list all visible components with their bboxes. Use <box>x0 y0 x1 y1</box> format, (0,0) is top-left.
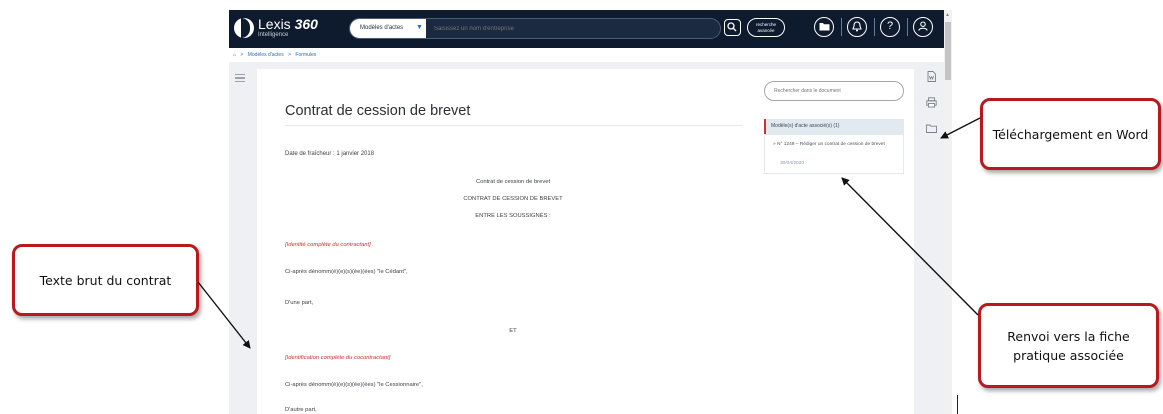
callout-download-text: Téléchargement en Word <box>992 126 1149 142</box>
breadcrumb-separator: > <box>240 52 244 58</box>
contract-heading-caps: CONTRAT DE CESSION DE BREVET <box>463 196 563 202</box>
document-tools <box>922 69 942 169</box>
help-icon[interactable]: ? <box>880 17 900 37</box>
document-panel: Contrat de cession de brevet Date de fra… <box>257 69 914 414</box>
party2-identity: [Identification complète du cocontractan… <box>285 355 391 361</box>
scrollbar-thumb[interactable] <box>945 22 951 80</box>
scroll-up-arrow-icon[interactable]: ▲ <box>945 12 950 18</box>
annotated-screenshot: Lexis 360 Intelligence Modèles d'actes ▼… <box>0 0 1163 414</box>
top-icons: ? <box>814 16 944 42</box>
breadcrumb-item[interactable]: Formules <box>295 52 316 58</box>
left-rail <box>229 62 255 414</box>
search-bar: Modèles d'actes ▼ <box>349 18 721 39</box>
advanced-search-line2: avancée <box>757 28 775 33</box>
breadcrumb-separator: > <box>288 52 292 58</box>
folder-icon[interactable] <box>814 17 834 37</box>
breadcrumb: ⌂ > Modèles d'actes > Formules <box>229 48 944 62</box>
page-scrollbar[interactable]: ▲ <box>944 10 952 414</box>
contract-heading: Contrat de cession de brevet <box>475 179 551 185</box>
party2-part: D'autre part, <box>285 407 317 413</box>
caret-down-icon: ▼ <box>416 24 423 31</box>
top-separator <box>874 18 875 36</box>
app-window: Lexis 360 Intelligence Modèles d'actes ▼… <box>229 10 944 414</box>
home-icon[interactable]: ⌂ <box>233 52 236 58</box>
search-icon <box>727 22 737 32</box>
search-scope-value: Modèles d'actes <box>360 25 404 31</box>
table-of-contents-icon[interactable] <box>235 74 245 83</box>
callout-download: Téléchargement en Word <box>980 98 1161 170</box>
top-separator <box>907 18 908 36</box>
top-separator <box>841 18 842 36</box>
associated-models-header[interactable]: Modèle(s) d'acte associé(s) (1) <box>764 119 904 134</box>
party1-identity: [Identité complète du contractant] <box>285 242 371 248</box>
callout-raw-text: Texte brut du contrat <box>12 244 199 316</box>
document-search-input[interactable] <box>764 81 904 101</box>
and-label: ET <box>509 328 517 334</box>
document-title: Contrat de cession de brevet <box>285 103 471 119</box>
associated-model-link[interactable]: » N° 1249 – Rédiger un contrat de cessio… <box>773 142 901 148</box>
callout-link-sheet: Renvoi vers la fiche pratique associée <box>978 303 1159 388</box>
callout-raw-text-text: Texte brut du contrat <box>39 272 172 288</box>
party1-part: D'une part, <box>285 300 314 306</box>
logo-name: Lexis <box>258 16 291 32</box>
bell-icon[interactable] <box>847 17 867 37</box>
search-scope-select[interactable]: Modèles d'actes ▼ <box>350 19 426 38</box>
title-divider <box>285 125 743 126</box>
top-bar: Lexis 360 Intelligence Modèles d'actes ▼… <box>229 10 944 48</box>
text-cursor <box>957 395 958 414</box>
search-input[interactable] <box>428 19 708 38</box>
logo-number: 360 <box>294 16 318 32</box>
associated-model-date: 30/04/2020 <box>780 161 805 166</box>
logo-subtitle: Intelligence <box>258 32 289 38</box>
parties-heading: ENTRE LES SOUSSIGNÉS : <box>475 213 551 219</box>
breadcrumb-item[interactable]: Modèles d'actes <box>248 52 284 58</box>
party1-named: Ci-après dénomm(é)(e)(s)(ée)(ées) "le Cé… <box>285 269 408 275</box>
word-download-icon[interactable] <box>926 71 937 82</box>
folder-save-icon[interactable] <box>926 123 937 134</box>
lexis-logo[interactable]: Lexis 360 Intelligence <box>234 16 324 42</box>
logo-mark-icon <box>234 18 254 38</box>
callout-link-sheet-text: Renvoi vers la fiche pratique associée <box>1007 328 1130 363</box>
print-icon[interactable] <box>926 97 937 108</box>
associated-models-list: » N° 1249 – Rédiger un contrat de cessio… <box>764 134 904 174</box>
search-button[interactable] <box>724 19 741 36</box>
user-account-icon[interactable] <box>913 17 933 37</box>
freshness-date: Date de fraîcheur : 1 janvier 2018 <box>285 151 375 157</box>
party2-named: Ci-après dénomm(é)(e)(s)(ée)(ées) "le Ce… <box>285 382 423 388</box>
advanced-search-button[interactable]: recherche avancée <box>747 18 785 37</box>
